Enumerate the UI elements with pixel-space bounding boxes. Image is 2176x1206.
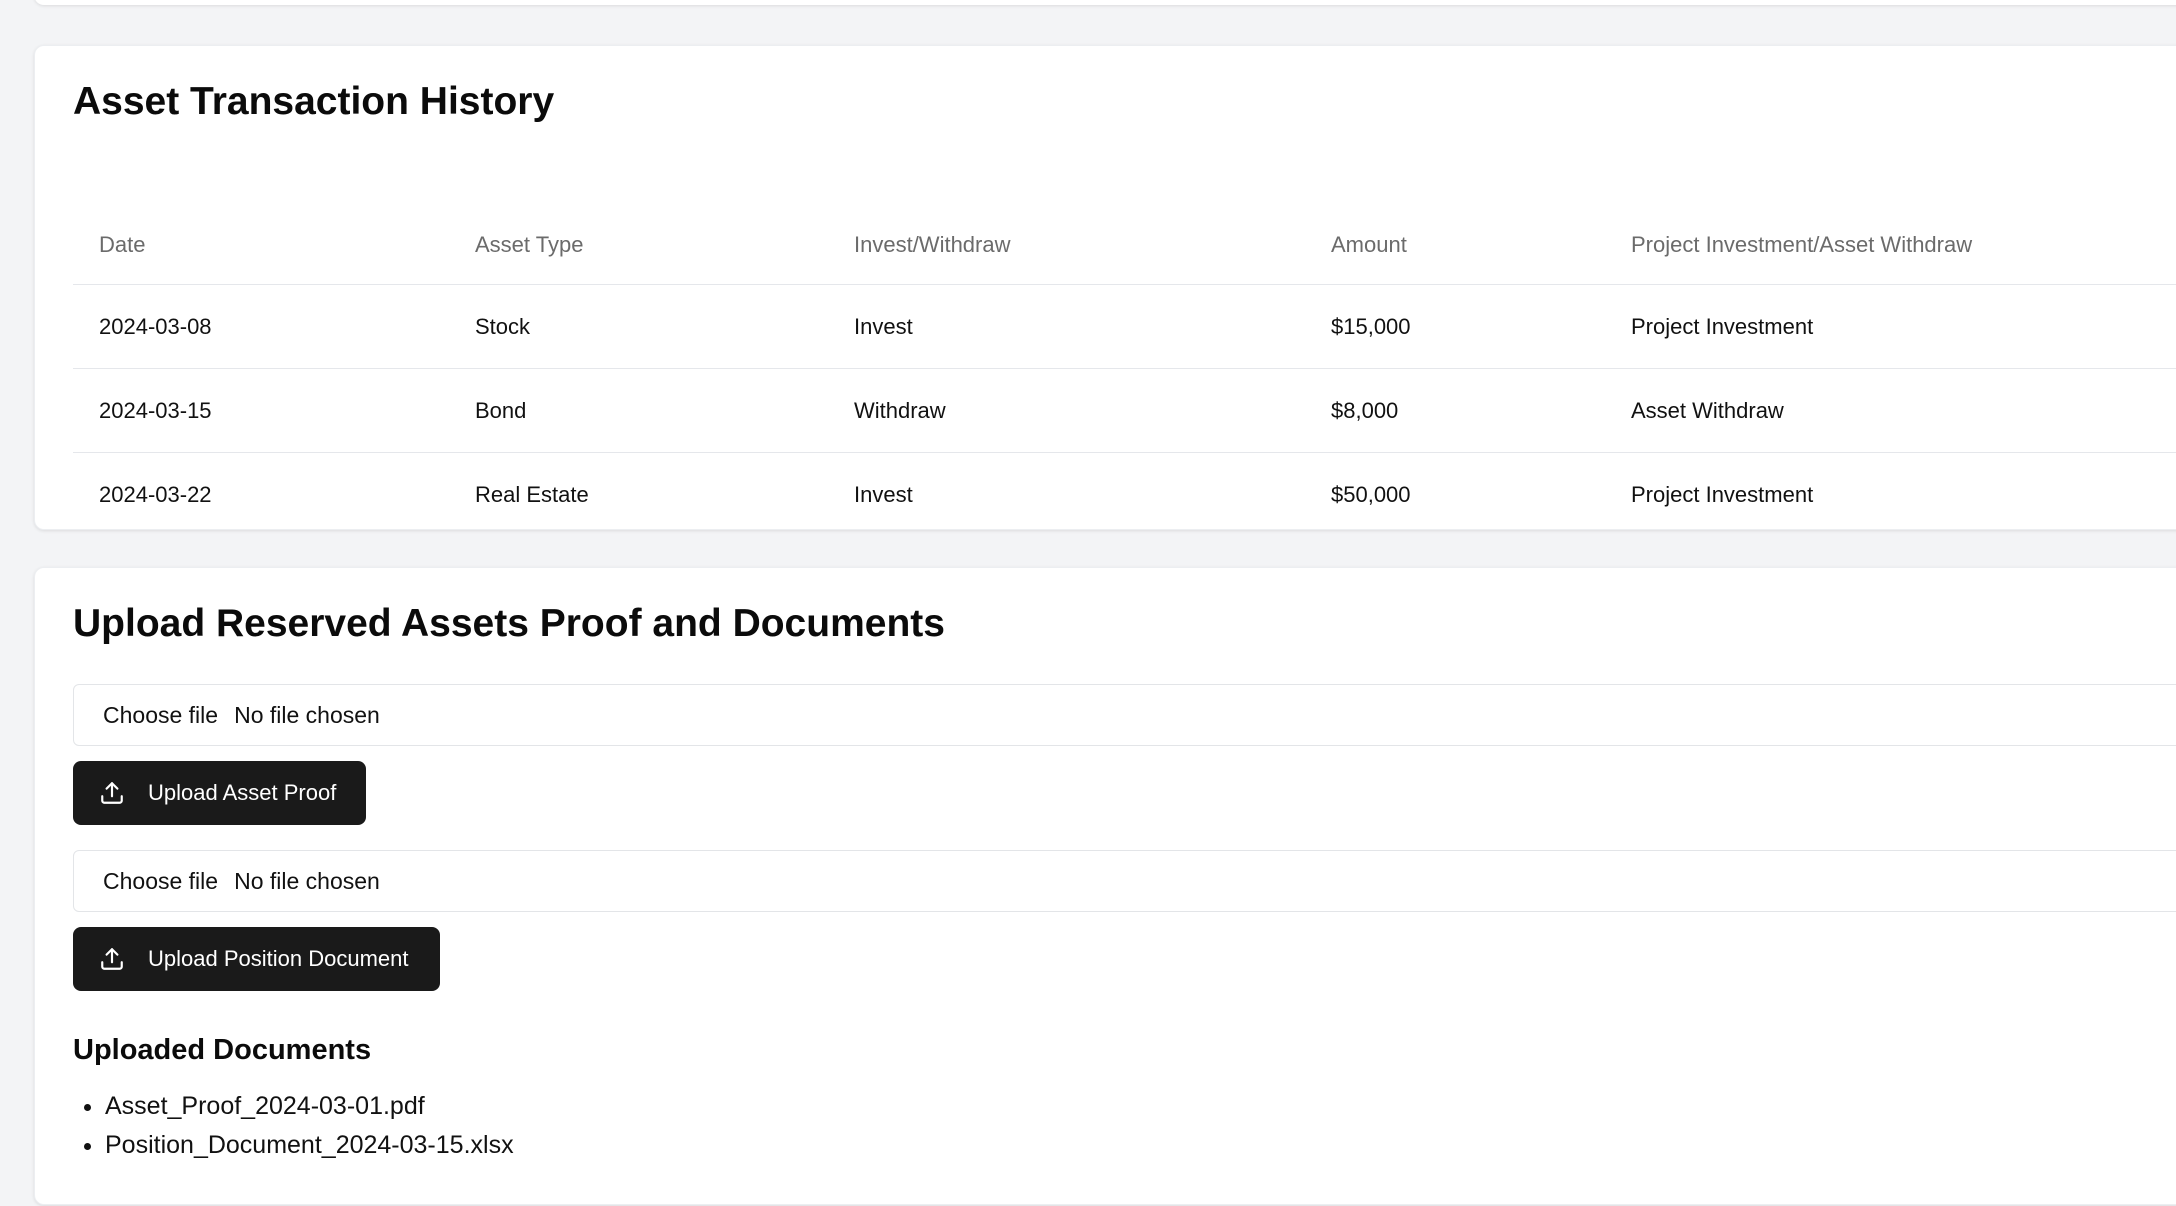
list-item: Position_Document_2024-03-15.xlsx <box>105 1126 514 1165</box>
cell-amount: $8,000 <box>1305 368 1605 453</box>
cell-asset-type: Real Estate <box>449 452 828 536</box>
transaction-table: Date Asset Type Invest/Withdraw Amount P… <box>73 206 2176 536</box>
upload-documents-card: Upload Reserved Assets Proof and Documen… <box>34 567 2176 1205</box>
table-row: 2024-03-22 Real Estate Invest $50,000 Pr… <box>73 452 2176 536</box>
choose-file-button[interactable]: Choose file <box>103 868 218 895</box>
cell-project-asset: Asset Withdraw <box>1605 368 2176 453</box>
cell-invest-withdraw: Invest <box>828 284 1305 369</box>
list-item: Asset_Proof_2024-03-01.pdf <box>105 1087 514 1126</box>
upload-position-document-button[interactable]: Upload Position Document <box>73 927 440 991</box>
previous-card <box>34 0 2176 5</box>
table-row: 2024-03-15 Bond Withdraw $8,000 Asset Wi… <box>73 368 2176 453</box>
position-document-file-input[interactable]: Choose file No file chosen <box>73 850 2176 912</box>
column-header-amount: Amount <box>1331 232 1407 257</box>
asset-proof-file-input[interactable]: Choose file No file chosen <box>73 684 2176 746</box>
cell-invest-withdraw: Withdraw <box>828 368 1305 453</box>
upload-asset-proof-button[interactable]: Upload Asset Proof <box>73 761 366 825</box>
cell-invest-withdraw: Invest <box>828 452 1305 536</box>
cell-amount: $50,000 <box>1305 452 1605 536</box>
file-status-text: No file chosen <box>234 867 380 894</box>
file-status-text: No file chosen <box>234 701 380 728</box>
upload-title: Upload Reserved Assets Proof and Documen… <box>73 602 945 645</box>
cell-date: 2024-03-08 <box>73 284 449 369</box>
column-header-project-asset: Project Investment/Asset Withdraw <box>1631 232 1973 257</box>
upload-asset-proof-label: Upload Asset Proof <box>148 780 337 805</box>
history-title: Asset Transaction History <box>73 80 555 123</box>
cell-asset-type: Bond <box>449 368 828 453</box>
cell-project-asset: Project Investment <box>1605 452 2176 536</box>
upload-icon <box>99 780 125 806</box>
cell-amount: $15,000 <box>1305 284 1605 369</box>
column-header-asset-type: Asset Type <box>475 232 584 257</box>
upload-icon <box>99 946 125 972</box>
cell-date: 2024-03-22 <box>73 452 449 536</box>
table-row: 2024-03-08 Stock Invest $15,000 Project … <box>73 284 2176 369</box>
upload-position-document-label: Upload Position Document <box>148 946 409 971</box>
cell-date: 2024-03-15 <box>73 368 449 453</box>
choose-file-button[interactable]: Choose file <box>103 702 218 729</box>
column-header-invest-withdraw: Invest/Withdraw <box>854 232 1011 257</box>
transaction-history-card: Asset Transaction History Date Asset Typ… <box>34 45 2176 536</box>
table-header-row: Date Asset Type Invest/Withdraw Amount P… <box>73 206 2176 285</box>
uploaded-documents-title: Uploaded Documents <box>73 1034 372 1066</box>
uploaded-documents-list: Asset_Proof_2024-03-01.pdf Position_Docu… <box>73 1087 514 1165</box>
cell-project-asset: Project Investment <box>1605 284 2176 369</box>
column-header-date: Date <box>99 232 146 257</box>
cell-asset-type: Stock <box>449 284 828 369</box>
